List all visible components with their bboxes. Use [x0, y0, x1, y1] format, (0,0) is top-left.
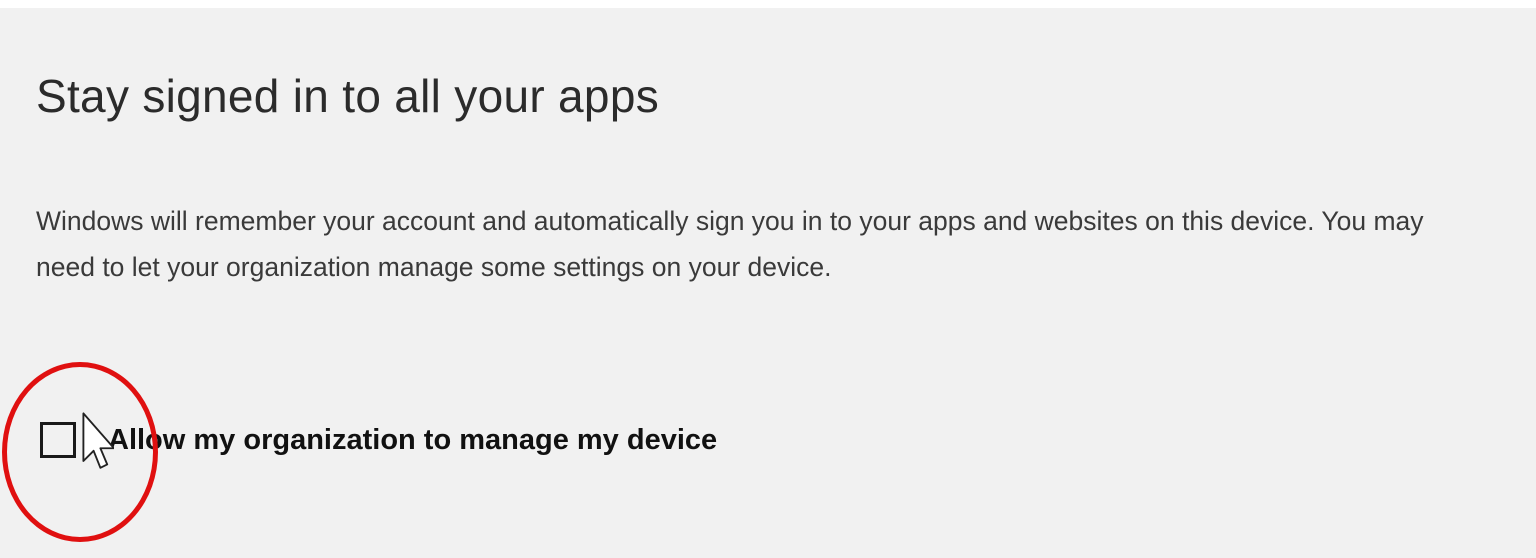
- allow-organization-manage-checkbox-row[interactable]: Allow my organization to manage my devic…: [40, 418, 717, 462]
- dialog-title: Stay signed in to all your apps: [36, 70, 659, 122]
- checkbox-label[interactable]: Allow my organization to manage my devic…: [108, 424, 717, 457]
- dialog-description: Windows will remember your account and a…: [36, 206, 1424, 282]
- dialog-panel: Stay signed in to all your apps Windows …: [0, 8, 1536, 558]
- allow-organization-manage-checkbox[interactable]: [40, 422, 76, 458]
